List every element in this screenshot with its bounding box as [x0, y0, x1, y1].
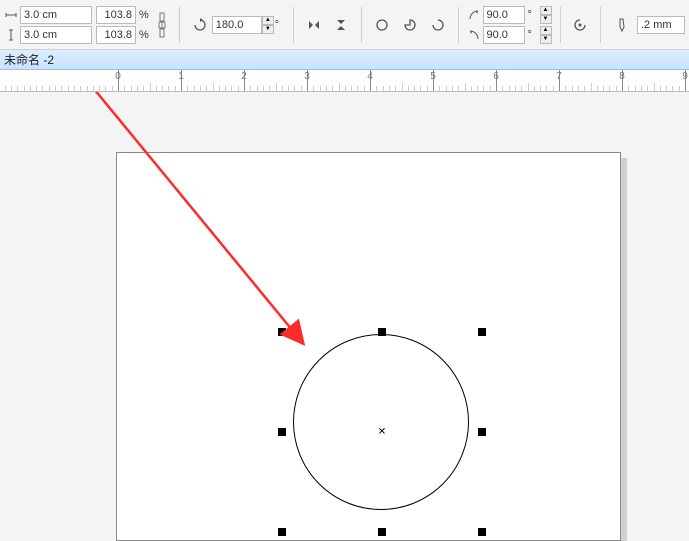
percent-unit: % — [139, 9, 149, 21]
rotation-group: ▲▼ ° — [188, 13, 285, 37]
arc-angle-fields: ° ▲▼ ° ▲▼ — [467, 6, 552, 44]
end-angle-input[interactable] — [483, 26, 525, 44]
handle-ne[interactable] — [478, 328, 486, 336]
handle-nw[interactable] — [278, 328, 286, 336]
object-height-input[interactable] — [20, 26, 92, 44]
document-tab-bar: 未命名 -2 — [0, 50, 689, 70]
start-angle-input[interactable] — [483, 6, 525, 24]
canvas-area[interactable]: ✕ — [0, 92, 689, 541]
percent-unit: % — [139, 29, 149, 41]
ellipse-button[interactable] — [370, 13, 394, 37]
degree-unit: ° — [528, 9, 538, 21]
handle-se[interactable] — [478, 528, 486, 536]
scale-fields: % % — [96, 6, 149, 44]
pie-button[interactable] — [398, 13, 422, 37]
height-icon — [4, 28, 18, 42]
width-icon — [4, 8, 18, 22]
handle-s[interactable] — [378, 528, 386, 536]
arc-button[interactable] — [426, 13, 450, 37]
handle-sw[interactable] — [278, 528, 286, 536]
property-bar: % % ▲▼ ° — [0, 0, 689, 50]
outline-width-input[interactable] — [637, 16, 685, 34]
end-angle-spinner[interactable]: ▲▼ — [540, 26, 552, 44]
degree-unit: ° — [275, 19, 285, 31]
swap-direction-button[interactable] — [568, 13, 592, 37]
degree-unit: ° — [528, 29, 538, 41]
end-angle-icon — [467, 28, 481, 42]
handle-n[interactable] — [378, 328, 386, 336]
handle-w[interactable] — [278, 428, 286, 436]
center-marker: ✕ — [378, 427, 386, 438]
rotation-input[interactable] — [212, 16, 262, 34]
scale-x-input[interactable] — [96, 6, 136, 24]
document-tab[interactable]: 未命名 -2 — [4, 51, 54, 68]
outline-pen-icon — [609, 13, 633, 37]
start-angle-icon — [467, 8, 481, 22]
scale-y-input[interactable] — [96, 26, 136, 44]
rotate-icon — [188, 13, 212, 37]
ruler-horizontal: 0123456789 — [0, 70, 689, 92]
rotation-spinner[interactable]: ▲▼ — [262, 16, 274, 34]
selected-ellipse[interactable] — [293, 334, 469, 510]
handle-e[interactable] — [478, 428, 486, 436]
start-angle-spinner[interactable]: ▲▼ — [540, 6, 552, 24]
size-fields — [4, 6, 92, 44]
mirror-vertical-button[interactable] — [330, 13, 354, 37]
object-width-input[interactable] — [20, 6, 92, 24]
lock-ratio-button[interactable] — [153, 7, 171, 43]
mirror-horizontal-button[interactable] — [302, 13, 326, 37]
